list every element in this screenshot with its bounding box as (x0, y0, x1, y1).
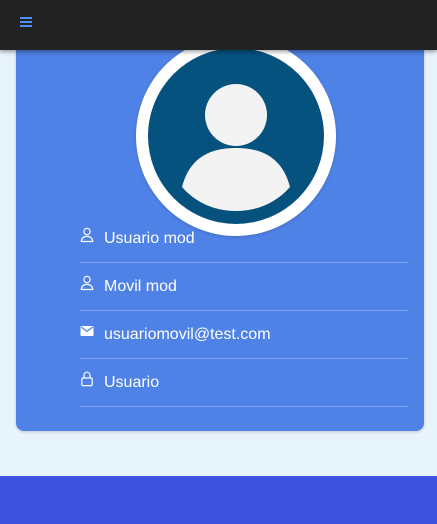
profile-email-row: usuariomovil@test.com (80, 311, 408, 359)
bottom-bar (0, 476, 437, 524)
profile-lastname: Movil mod (104, 278, 177, 295)
profile-card: Usuario mod Movil mod usuariomovil@test.… (16, 30, 424, 431)
profile-role: Usuario (104, 374, 160, 391)
profile-name-row: Usuario mod (80, 215, 408, 263)
profile-role-row: Usuario (80, 359, 408, 407)
menu-icon[interactable] (18, 15, 36, 31)
profile-email: usuariomovil@test.com (104, 326, 271, 343)
user-avatar-icon (148, 48, 324, 224)
top-toolbar (0, 0, 437, 50)
profile-lastname-row: Movil mod (80, 263, 408, 311)
person-icon (80, 227, 94, 243)
person-icon (80, 275, 94, 291)
profile-name: Usuario mod (104, 230, 195, 247)
avatar (136, 36, 336, 236)
mail-icon (80, 323, 94, 339)
lock-icon (80, 371, 94, 387)
